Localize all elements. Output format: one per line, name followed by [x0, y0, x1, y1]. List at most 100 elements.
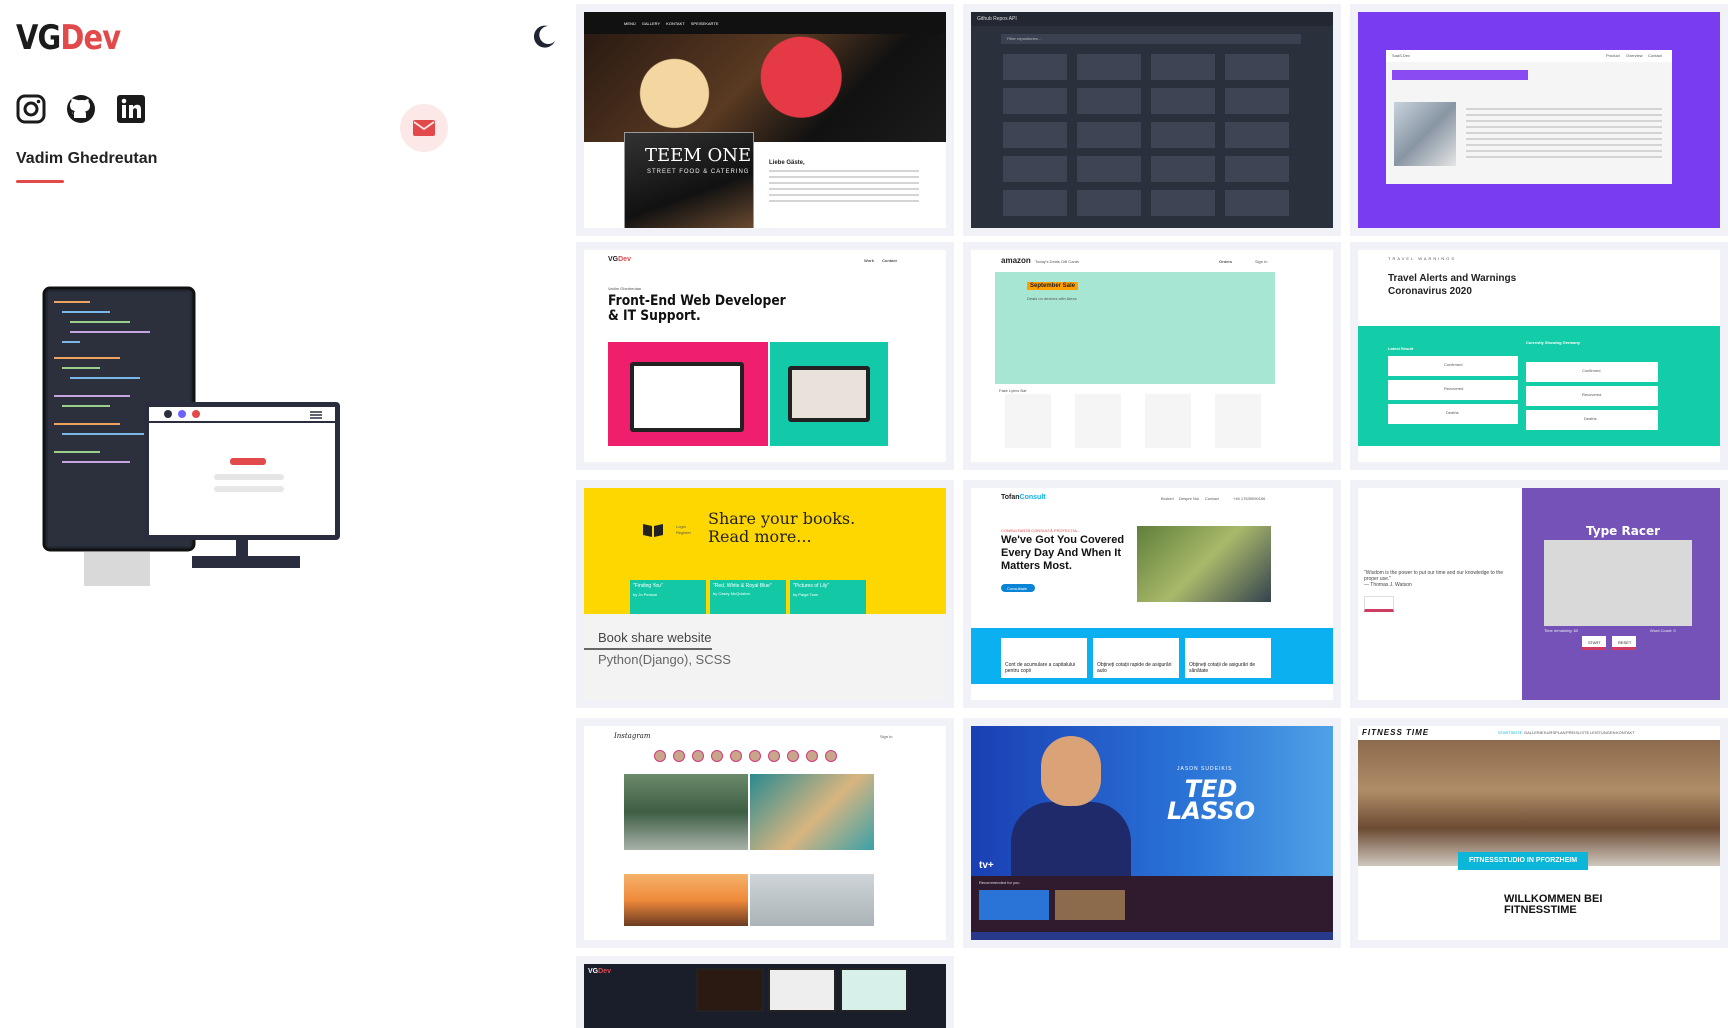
post-image [624, 874, 748, 926]
project-card-fitness-time[interactable]: FITNESS TIME STARTSEITE GALLERIE KURSPLA… [1350, 718, 1728, 948]
book-tile: "Finding You" by Jo Penson [630, 580, 706, 614]
repo-tile [1077, 88, 1141, 114]
type-racer-reset: RESET [1612, 636, 1636, 650]
travel-title: Travel Alerts and Warnings Coronavirus 20… [1388, 272, 1516, 298]
type-racer-start: START [1582, 636, 1606, 650]
saas-window: SaaS.Dev Product Overview Contact [1386, 50, 1672, 184]
ted-kicker: JASON SUDEIKIS [1177, 766, 1233, 772]
linkedin-icon[interactable] [116, 94, 146, 124]
repo-tile [1003, 54, 1067, 80]
type-racer-textarea [1544, 540, 1692, 626]
repo-tile [1225, 88, 1289, 114]
fitness-nav-item: LEISTUNGEN [1590, 730, 1616, 735]
type-racer-title: Type Racer [1586, 524, 1660, 538]
book-login-link[interactable]: Login [676, 524, 686, 529]
travel-title-line: Coronavirus 2020 [1388, 286, 1472, 297]
project-card-amazon-clone[interactable]: amazon Today's Deals Gift Cards Orders S… [963, 242, 1341, 470]
project-card-github-api[interactable]: Github Repos API Filter repositories... [963, 4, 1341, 236]
repo-tile [1225, 122, 1289, 148]
book-tile-title: "Red, White & Royal Blue" [713, 583, 772, 589]
tofan-brand-a: Tofan [1001, 494, 1020, 501]
portfolio-nav-item: Contact [882, 258, 897, 263]
site-logo[interactable]: VGDev [16, 18, 121, 58]
product-tile [1005, 394, 1051, 448]
portfolio-title-line: Front-End Web Developer [608, 293, 786, 309]
project-card-instagram-clone[interactable]: Instagram Sign In [576, 718, 954, 948]
book-icon [643, 524, 663, 537]
project-card-type-racer[interactable]: "Wisdom is the power to put our time and… [1350, 480, 1728, 708]
repo-tile [1077, 54, 1141, 80]
book-tile-author: by Paige Toon [793, 592, 819, 597]
fitness-logo: FITNESS TIME [1362, 728, 1430, 737]
name-underline [16, 180, 64, 183]
logo-vg-text: VG [16, 18, 61, 58]
instagram-icon[interactable] [16, 94, 46, 124]
book-tile-author: by Jo Penson [633, 592, 658, 597]
restaurant-nav: MENÜ GALLERY KONTAKT SPEISEKARTE [584, 12, 946, 34]
travel-stats-panel: Latest Result Currently Showing Germany … [1358, 326, 1720, 446]
saas-nav-item: Overview [1626, 53, 1643, 58]
saas-nav-item: Contact [1648, 53, 1662, 58]
project-card-vgdev-mini[interactable]: VGDev [576, 956, 954, 1028]
moon-icon[interactable] [528, 22, 558, 52]
book-title: Share your books. Read more... [708, 510, 855, 546]
story-avatar [730, 750, 742, 762]
restaurant-brand: TEEM ONE [645, 145, 752, 166]
tofan-kicker: CONSULTANȚĂ CONSULTĂ PROTECȚIA... [1001, 528, 1081, 533]
book-hero: Login Register Share your books. Read mor… [584, 488, 946, 614]
project-card-tofan-consult[interactable]: TofanConsult Brokeri Despre Noi Contact … [963, 480, 1341, 708]
travel-stat: Confirmed [1444, 362, 1463, 367]
travel-stat: Recovered [1582, 392, 1602, 397]
book-tile: "Pictures of Lily" by Paige Toon [790, 580, 866, 614]
amazon-nav-item: Today's Deals [1035, 259, 1060, 264]
saas-image [1394, 102, 1456, 166]
book-title-line: Read more... [708, 527, 812, 546]
post-image [750, 874, 874, 926]
project-card-saas-landing[interactable]: SaaS.Dev Product Overview Contact [1350, 4, 1728, 236]
project-card-portfolio[interactable]: VGDev Work Contact Vadim Ghedreutan Fron… [576, 242, 954, 470]
project-card-travel-warnings[interactable]: TRAVEL WARNINGS Travel Alerts and Warnin… [1350, 242, 1728, 470]
portfolio-logo-vg: VG [608, 256, 619, 263]
type-racer-quote-author: — Thomas J. Watson [1364, 582, 1412, 588]
amazon-subtitle: Deals on devices with Alexa [1027, 296, 1077, 301]
mini-logo: VGDev [588, 968, 611, 975]
project-card-restaurant[interactable]: MENÜ GALLERY KONTAKT SPEISEKARTE TEEM ON… [576, 4, 954, 236]
project-card-ted-lasso[interactable]: JASON SUDEIKIS TED LASSO tv+ Recommended … [963, 718, 1341, 948]
caption-underline [584, 648, 712, 650]
book-tile-title: "Finding You" [633, 583, 663, 589]
portfolio-title: Front-End Web Developer & IT Support. [608, 294, 786, 324]
travel-title-line: Travel Alerts and Warnings [1388, 273, 1517, 284]
tofan-nav-item: Contact [1205, 496, 1219, 501]
repo-tile [1077, 190, 1141, 216]
instagram-sign-in: Sign In [880, 734, 893, 739]
github-api-title: Github Repos API [977, 16, 1017, 22]
product-tile [1145, 394, 1191, 448]
contact-button[interactable] [400, 104, 448, 152]
repo-tile [1003, 190, 1067, 216]
portfolio-logo: VGDev [608, 256, 631, 263]
projects-grid: MENÜ GALLERY KONTAKT SPEISEKARTE TEEM ON… [576, 0, 1728, 1028]
restaurant-brand-sub: STREET FOOD & CATERING [647, 169, 750, 175]
ted-title-line: LASSO [1167, 797, 1255, 825]
saas-nav-item: Product [1606, 53, 1620, 58]
thumbnail [1055, 890, 1125, 920]
repo-tile [1003, 156, 1067, 182]
product-tile [1215, 394, 1261, 448]
project-card-book-share[interactable]: Login Register Share your books. Read mor… [576, 480, 954, 708]
repo-tile [1003, 88, 1067, 114]
nav-item: GALLERY [641, 20, 661, 26]
type-racer-time: Time remaining: 60 [1544, 628, 1579, 633]
book-tile-title: "Pictures of Lily" [793, 583, 830, 589]
restaurant-text: Liebe Gäste, [769, 160, 919, 202]
github-api-header: Github Repos API [971, 12, 1333, 26]
amazon-sign-in: Sign In [1255, 259, 1268, 264]
book-register-link[interactable]: Register [676, 530, 691, 535]
type-racer-quote-panel: "Wisdom is the power to put our time and… [1358, 488, 1522, 700]
repo-tile [1151, 54, 1215, 80]
github-icon[interactable] [66, 94, 96, 124]
repo-tile [1151, 156, 1215, 182]
tofan-cta: Consultație [1001, 584, 1035, 592]
project-caption: Book share website [598, 630, 712, 645]
ted-section-label: Recommended for you [979, 880, 1020, 885]
type-racer-words: Word Count: 0 [1650, 628, 1676, 633]
